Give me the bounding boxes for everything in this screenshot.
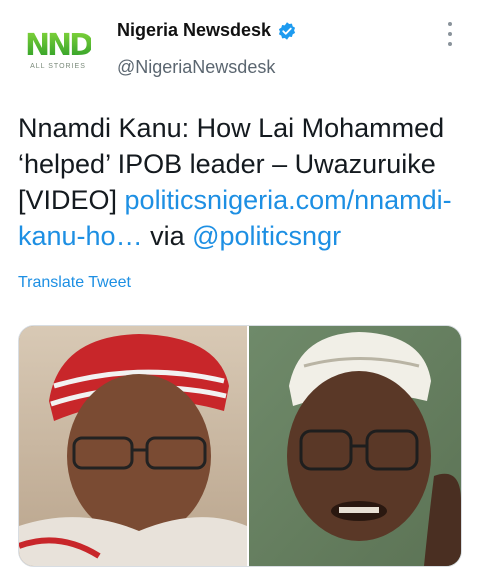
- tweet-text: Nnamdi Kanu: How Lai Mohammed ‘helped’ I…: [18, 110, 468, 254]
- more-options-icon[interactable]: [440, 22, 460, 46]
- account-handle[interactable]: @NigeriaNewsdesk: [117, 57, 275, 78]
- media-photo-left: [19, 326, 247, 566]
- verified-badge-icon: [277, 21, 297, 41]
- tweet-via-text: via: [142, 221, 193, 251]
- display-name[interactable]: Nigeria Newsdesk: [117, 20, 271, 41]
- media-photo-right: [249, 326, 461, 566]
- tweet-media[interactable]: [18, 325, 462, 567]
- name-row: Nigeria Newsdesk: [117, 20, 297, 41]
- avatar-logo-subtitle: ALL STORIES: [30, 62, 86, 70]
- avatar-logo-text: NND: [24, 27, 94, 63]
- tweet-header: NND ALL STORIES Nigeria Newsdesk @Nigeri…: [0, 0, 480, 100]
- tweet-mention[interactable]: @politicsngr: [192, 221, 341, 251]
- avatar[interactable]: NND ALL STORIES: [18, 20, 98, 80]
- translate-tweet-link[interactable]: Translate Tweet: [18, 274, 131, 292]
